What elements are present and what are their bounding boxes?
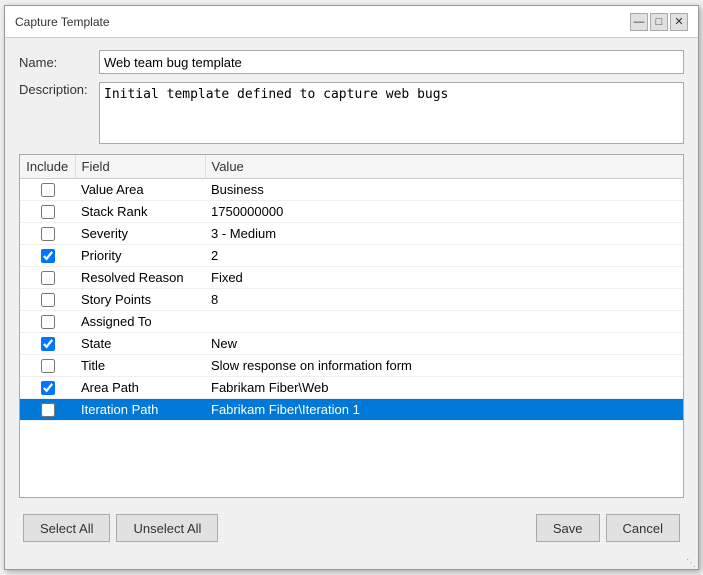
include-checkbox[interactable] (41, 227, 55, 241)
col-field-header: Field (75, 155, 205, 179)
name-row: Name: (19, 50, 684, 74)
include-cell (20, 333, 75, 355)
include-checkbox[interactable] (41, 183, 55, 197)
col-value-header: Value (205, 155, 683, 179)
footer: Select All Unselect All Save Cancel (19, 508, 684, 546)
fields-table: Include Field Value Value AreaBusinessSt… (20, 155, 683, 421)
table-row[interactable]: Assigned To (20, 311, 683, 333)
include-checkbox[interactable] (41, 359, 55, 373)
table-body: Value AreaBusinessStack Rank1750000000Se… (20, 179, 683, 421)
table-header-row: Include Field Value (20, 155, 683, 179)
table-row[interactable]: Value AreaBusiness (20, 179, 683, 201)
include-checkbox[interactable] (41, 337, 55, 351)
value-cell: Fixed (205, 267, 683, 289)
value-cell: 8 (205, 289, 683, 311)
include-cell (20, 311, 75, 333)
field-cell: Assigned To (75, 311, 205, 333)
include-checkbox[interactable] (41, 315, 55, 329)
field-cell: State (75, 333, 205, 355)
include-checkbox[interactable] (41, 293, 55, 307)
table-row[interactable]: Priority2 (20, 245, 683, 267)
maximize-button[interactable]: □ (650, 13, 668, 31)
window-controls: — □ ✕ (630, 13, 688, 31)
capture-template-window: Capture Template — □ ✕ Name: Description… (4, 5, 699, 570)
unselect-all-button[interactable]: Unselect All (116, 514, 218, 542)
cancel-button[interactable]: Cancel (606, 514, 680, 542)
include-checkbox[interactable] (41, 205, 55, 219)
table-row[interactable]: Stack Rank1750000000 (20, 201, 683, 223)
include-cell (20, 223, 75, 245)
name-label: Name: (19, 55, 99, 70)
value-cell: 1750000000 (205, 201, 683, 223)
main-content: Name: Description: Include Field Value V… (5, 38, 698, 558)
save-button[interactable]: Save (536, 514, 600, 542)
field-cell: Area Path (75, 377, 205, 399)
title-bar: Capture Template — □ ✕ (5, 6, 698, 38)
field-cell: Story Points (75, 289, 205, 311)
include-checkbox[interactable] (41, 249, 55, 263)
description-label: Description: (19, 82, 99, 97)
table-row[interactable]: StateNew (20, 333, 683, 355)
value-cell: Fabrikam Fiber\Iteration 1 (205, 399, 683, 421)
include-cell (20, 245, 75, 267)
value-cell: 3 - Medium (205, 223, 683, 245)
include-checkbox[interactable] (41, 403, 55, 417)
footer-right-buttons: Save Cancel (536, 514, 680, 542)
window-title: Capture Template (15, 15, 110, 29)
include-cell (20, 289, 75, 311)
table-row[interactable]: TitleSlow response on information form (20, 355, 683, 377)
table-row[interactable]: Severity3 - Medium (20, 223, 683, 245)
include-cell (20, 399, 75, 421)
description-row: Description: (19, 82, 684, 144)
field-cell: Resolved Reason (75, 267, 205, 289)
field-cell: Iteration Path (75, 399, 205, 421)
footer-left-buttons: Select All Unselect All (23, 514, 218, 542)
close-button[interactable]: ✕ (670, 13, 688, 31)
table-row[interactable]: Area PathFabrikam Fiber\Web (20, 377, 683, 399)
value-cell: 2 (205, 245, 683, 267)
field-cell: Stack Rank (75, 201, 205, 223)
value-cell (205, 311, 683, 333)
fields-table-container: Include Field Value Value AreaBusinessSt… (19, 154, 684, 498)
table-row[interactable]: Story Points8 (20, 289, 683, 311)
col-include-header: Include (20, 155, 75, 179)
include-cell (20, 179, 75, 201)
include-cell (20, 377, 75, 399)
value-cell: Business (205, 179, 683, 201)
field-cell: Priority (75, 245, 205, 267)
field-cell: Value Area (75, 179, 205, 201)
select-all-button[interactable]: Select All (23, 514, 110, 542)
include-cell (20, 267, 75, 289)
name-input[interactable] (99, 50, 684, 74)
description-textarea[interactable] (99, 82, 684, 144)
include-cell (20, 201, 75, 223)
minimize-button[interactable]: — (630, 13, 648, 31)
table-row[interactable]: Resolved ReasonFixed (20, 267, 683, 289)
include-cell (20, 355, 75, 377)
include-checkbox[interactable] (41, 381, 55, 395)
table-row[interactable]: Iteration PathFabrikam Fiber\Iteration 1 (20, 399, 683, 421)
value-cell: Fabrikam Fiber\Web (205, 377, 683, 399)
include-checkbox[interactable] (41, 271, 55, 285)
resize-handle: ⋱ (5, 558, 698, 569)
field-cell: Severity (75, 223, 205, 245)
value-cell: Slow response on information form (205, 355, 683, 377)
field-cell: Title (75, 355, 205, 377)
value-cell: New (205, 333, 683, 355)
